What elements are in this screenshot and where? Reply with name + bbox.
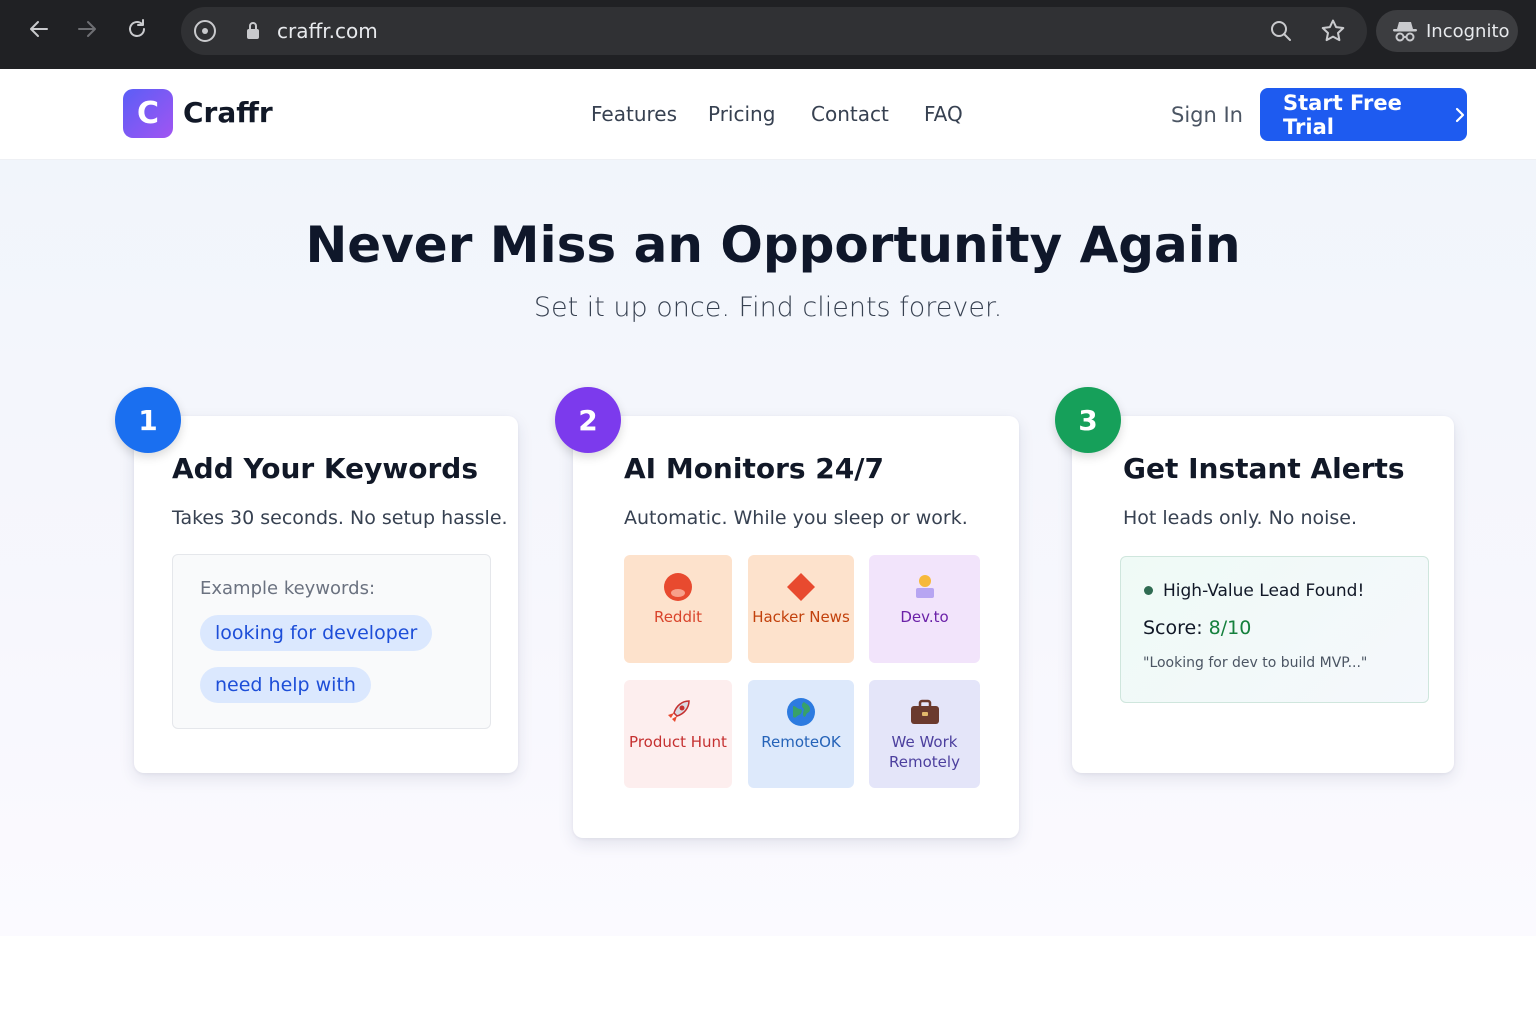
how-it-works-section: Never Miss an Opportunity Again Set it u… (0, 160, 1536, 936)
reload-icon (126, 18, 148, 44)
dev-to-icon (909, 571, 941, 603)
incognito-label: Incognito (1426, 20, 1510, 42)
step-title: AI Monitors 24/7 (624, 452, 884, 485)
step-number-badge: 1 (115, 387, 181, 453)
step-description: Hot leads only. No noise. (1123, 507, 1358, 529)
arrow-left-icon (28, 18, 50, 44)
search-icon[interactable] (1267, 17, 1295, 45)
logo-mark[interactable]: C (123, 89, 173, 138)
step-card-keywords: Add Your Keywords Takes 30 seconds. No s… (134, 416, 518, 773)
platform-label: Product Hunt (629, 733, 727, 751)
step-title: Add Your Keywords (172, 452, 479, 485)
bookmark-star-icon[interactable] (1319, 17, 1347, 45)
hero-subtitle: Set it up once. Find clients forever. (533, 292, 1003, 323)
platform-label: We Work Remotely (889, 733, 960, 771)
hacker-news-icon (785, 571, 817, 603)
url-text[interactable]: craffr.com (277, 19, 378, 43)
lead-score: Score: 8/10 (1143, 614, 1251, 642)
step-description: Takes 30 seconds. No setup hassle. (172, 507, 508, 529)
example-keywords-box: Example keywords: looking for developer … (172, 554, 491, 729)
platform-tile-dev-to: Dev.to (869, 555, 980, 663)
step-card-monitoring: AI Monitors 24/7 Automatic. While you sl… (573, 416, 1019, 838)
platform-tile-we-work-remotely: We Work Remotely (869, 680, 980, 788)
lead-score-label: Score: (1143, 617, 1203, 639)
platform-tile-hacker-news: Hacker News (748, 555, 854, 663)
site-info-icon[interactable] (193, 19, 217, 43)
step-number-badge: 3 (1055, 387, 1121, 453)
arrow-right-icon (76, 18, 98, 44)
platform-label: Reddit (653, 608, 703, 626)
rocket-icon (662, 696, 694, 728)
alert-title: High-Value Lead Found! (1163, 581, 1365, 601)
browser-toolbar: craffr.com Incognito (0, 0, 1536, 69)
step-number-badge: 2 (555, 387, 621, 453)
example-keywords-label: Example keywords: (200, 578, 376, 599)
nav-features[interactable]: Features (591, 99, 677, 129)
nav-faq[interactable]: FAQ (924, 99, 963, 129)
platform-tile-product-hunt: Product Hunt (624, 680, 732, 788)
sign-in-link[interactable]: Sign In (1171, 100, 1243, 130)
nav-pricing[interactable]: Pricing (708, 99, 775, 129)
logo-text[interactable]: Craffr (183, 93, 273, 133)
lock-icon (243, 19, 263, 43)
address-bar[interactable]: craffr.com (181, 7, 1367, 55)
platform-label: RemoteOK (761, 733, 841, 751)
incognito-indicator[interactable]: Incognito (1376, 10, 1518, 52)
lead-score-value: 8/10 (1208, 617, 1252, 639)
step-title: Get Instant Alerts (1123, 452, 1405, 485)
cta-label: Start Free Trial (1283, 90, 1402, 139)
chevron-right-icon (1455, 107, 1467, 123)
start-free-trial-button[interactable]: Start Free Trial (1260, 88, 1467, 141)
lead-alert-preview: High-Value Lead Found! Score: 8/10 "Look… (1120, 556, 1429, 703)
keyword-chip: need help with (200, 667, 371, 703)
back-button[interactable] (22, 14, 56, 48)
platform-label: Hacker News (752, 608, 850, 626)
briefcase-icon (909, 696, 941, 728)
incognito-icon (1392, 18, 1418, 44)
platform-label: Dev.to (900, 608, 949, 626)
globe-icon (785, 696, 817, 728)
forward-button[interactable] (70, 14, 104, 48)
site-header: C Craffr Features Pricing Contact FAQ Si… (0, 69, 1536, 160)
platform-tile-remoteok: RemoteOK (748, 680, 854, 788)
platform-tile-reddit: Reddit (624, 555, 732, 663)
lead-quote: "Looking for dev to build MVP..." (1143, 655, 1368, 671)
hero-title: Never Miss an Opportunity Again (305, 216, 1241, 274)
reddit-icon (662, 571, 694, 603)
keyword-chip: looking for developer (200, 615, 433, 651)
status-dot-icon (1144, 586, 1153, 595)
step-description: Automatic. While you sleep or work. (624, 507, 968, 529)
nav-contact[interactable]: Contact (811, 99, 889, 129)
step-card-alerts: Get Instant Alerts Hot leads only. No no… (1072, 416, 1454, 773)
reload-button[interactable] (120, 14, 154, 48)
